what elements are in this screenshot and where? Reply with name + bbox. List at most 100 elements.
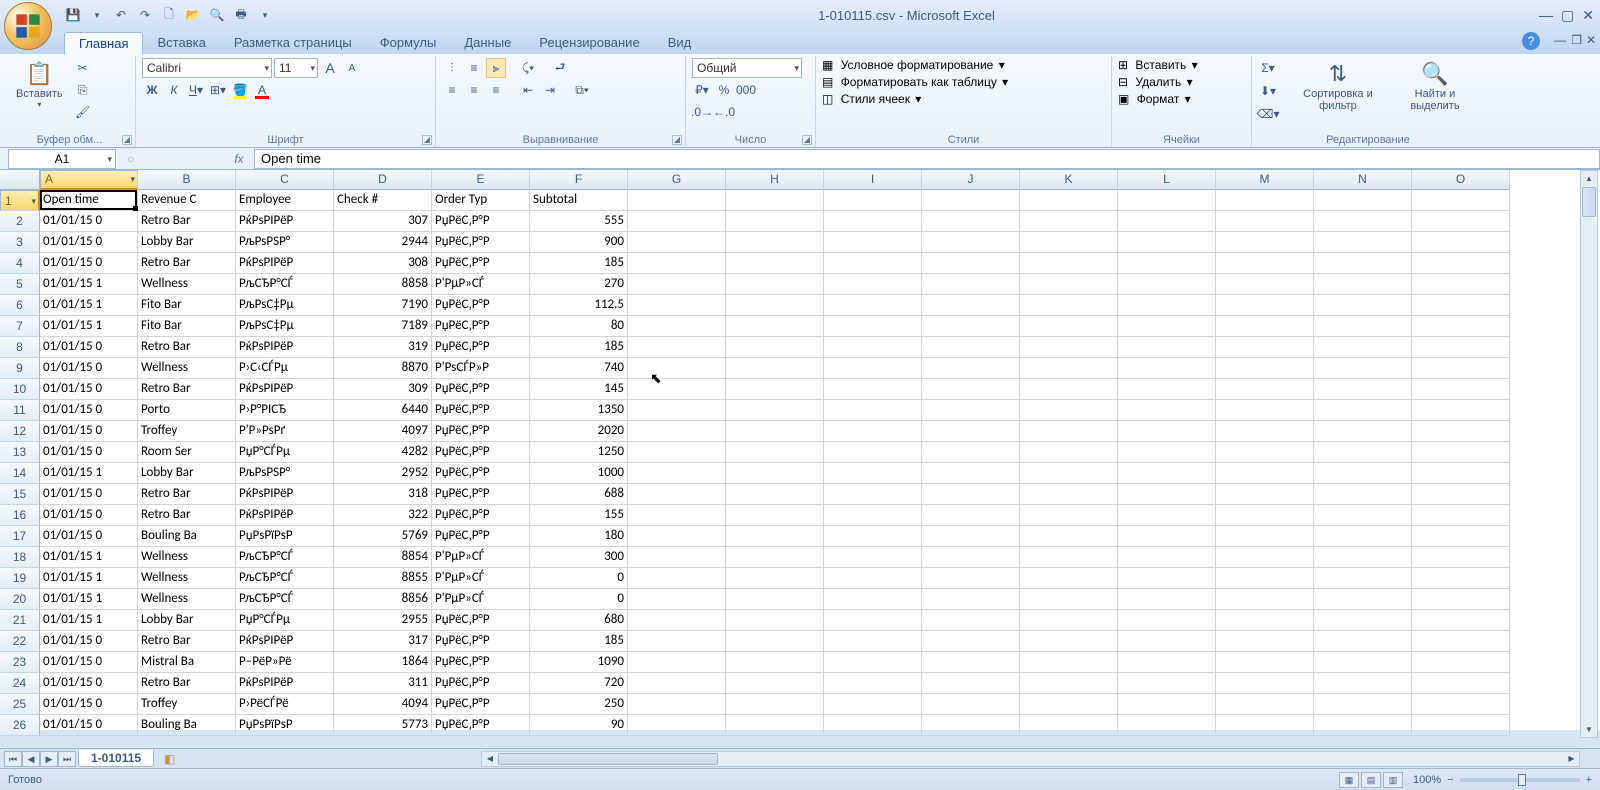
cell[interactable] — [726, 715, 824, 736]
cell[interactable] — [1020, 442, 1118, 463]
cell[interactable] — [726, 400, 824, 421]
cell[interactable] — [726, 463, 824, 484]
cell[interactable]: РљРѕРЅР° — [236, 232, 334, 253]
cell[interactable] — [824, 526, 922, 547]
cell[interactable] — [1412, 295, 1510, 316]
cell[interactable] — [1118, 421, 1216, 442]
cell[interactable] — [726, 379, 824, 400]
cell[interactable] — [922, 400, 1020, 421]
row-header-15[interactable]: 15 — [0, 484, 40, 505]
row-header-6[interactable]: 6 — [0, 295, 40, 316]
cell[interactable]: Wellness — [138, 274, 236, 295]
cell[interactable]: Р–РёР»Рё — [236, 652, 334, 673]
sort-filter-button[interactable]: ⇅ Сортировка и фильтр — [1288, 58, 1388, 114]
cell[interactable] — [1216, 337, 1314, 358]
horizontal-scrollbar[interactable]: ◀ ▶ — [481, 751, 1580, 767]
cell[interactable] — [628, 274, 726, 295]
cell[interactable] — [726, 337, 824, 358]
cell[interactable] — [1314, 463, 1412, 484]
cell[interactable]: РџРёС‚Р°Р — [432, 505, 530, 526]
cell[interactable] — [1216, 568, 1314, 589]
cut-icon[interactable]: ✂ — [73, 58, 93, 78]
cell[interactable]: 01/01/15 1 — [40, 295, 138, 316]
normal-view-icon[interactable]: ▦ — [1339, 772, 1359, 788]
zoom-level[interactable]: 100% — [1413, 774, 1441, 786]
close-icon[interactable]: ✕ — [1582, 7, 1594, 24]
autosum-icon[interactable]: Σ▾ — [1258, 58, 1278, 78]
shrink-font-icon[interactable]: A — [342, 58, 362, 78]
cell[interactable] — [1020, 652, 1118, 673]
cell[interactable]: 01/01/15 0 — [40, 694, 138, 715]
cell[interactable]: РџРёС‚Р°Р — [432, 421, 530, 442]
cell[interactable] — [1020, 547, 1118, 568]
cell[interactable]: 4282 — [334, 442, 432, 463]
cell[interactable] — [1314, 568, 1412, 589]
ribbon-tab-Рецензирование[interactable]: Рецензирование — [525, 32, 653, 54]
clipboard-dialog-launcher[interactable]: ◢ — [122, 135, 132, 145]
cell[interactable] — [922, 232, 1020, 253]
cell[interactable]: 319 — [334, 337, 432, 358]
cell[interactable]: РџРѕРїРѕР — [236, 715, 334, 736]
cell[interactable] — [1020, 295, 1118, 316]
cell[interactable] — [1314, 190, 1412, 211]
cell[interactable]: 5769 — [334, 526, 432, 547]
cell[interactable] — [922, 526, 1020, 547]
cell[interactable] — [1314, 547, 1412, 568]
cell[interactable]: Troffey — [138, 694, 236, 715]
format-as-table-button[interactable]: ▤ Форматировать как таблицу ▾ — [822, 75, 1008, 89]
column-header-M[interactable]: M — [1216, 170, 1314, 190]
next-sheet-icon[interactable]: ▶ — [40, 751, 58, 767]
cell[interactable] — [1314, 316, 1412, 337]
orientation-icon[interactable]: ⤹▾ — [518, 58, 538, 78]
open-icon[interactable]: 📂 — [184, 6, 202, 24]
cell[interactable] — [1216, 190, 1314, 211]
cell[interactable] — [1216, 694, 1314, 715]
cell[interactable]: 8858 — [334, 274, 432, 295]
cell[interactable] — [1412, 505, 1510, 526]
cell[interactable] — [628, 400, 726, 421]
new-sheet-icon[interactable]: ◧ — [158, 751, 181, 767]
cell[interactable] — [1020, 232, 1118, 253]
cell[interactable]: Troffey — [138, 421, 236, 442]
cell[interactable] — [628, 421, 726, 442]
cell[interactable]: Wellness — [138, 547, 236, 568]
cell[interactable] — [1412, 253, 1510, 274]
cell[interactable] — [1020, 631, 1118, 652]
percent-icon[interactable]: % — [714, 80, 734, 100]
cell[interactable] — [1118, 232, 1216, 253]
page-layout-view-icon[interactable]: ▤ — [1361, 772, 1381, 788]
cell[interactable] — [1020, 610, 1118, 631]
cell[interactable] — [628, 379, 726, 400]
cell[interactable]: 309 — [334, 379, 432, 400]
cell[interactable] — [1118, 337, 1216, 358]
cell[interactable] — [1412, 589, 1510, 610]
cell[interactable]: РќРѕРІРёР — [236, 484, 334, 505]
maximize-icon[interactable]: ▢ — [1561, 7, 1574, 24]
cell[interactable]: РќРѕРІРёР — [236, 631, 334, 652]
cell[interactable] — [1020, 400, 1118, 421]
select-all-corner[interactable] — [0, 170, 40, 190]
row-header-14[interactable]: 14 — [0, 463, 40, 484]
align-top-icon[interactable]: ⫶ — [442, 58, 462, 78]
decrease-decimal-icon[interactable]: ←.0 — [714, 102, 734, 122]
column-header-I[interactable]: I — [824, 170, 922, 190]
row-header-12[interactable]: 12 — [0, 421, 40, 442]
workbook-minimize-icon[interactable]: — — [1554, 33, 1566, 47]
cell[interactable] — [1216, 379, 1314, 400]
cell[interactable] — [1314, 253, 1412, 274]
cell[interactable] — [726, 610, 824, 631]
cell[interactable]: 2955 — [334, 610, 432, 631]
cell[interactable]: РџРёС‚Р°Р — [432, 652, 530, 673]
cell[interactable] — [1216, 358, 1314, 379]
cell[interactable]: РќРѕРІРёР — [236, 211, 334, 232]
cell[interactable]: Open time — [40, 190, 138, 211]
cell[interactable]: 01/01/15 0 — [40, 358, 138, 379]
cell[interactable] — [726, 190, 824, 211]
cell[interactable] — [922, 463, 1020, 484]
cell[interactable]: 7190 — [334, 295, 432, 316]
row-header-22[interactable]: 22 — [0, 631, 40, 652]
ribbon-tab-Вид[interactable]: Вид — [654, 32, 706, 54]
clear-icon[interactable]: ⌫▾ — [1258, 104, 1278, 124]
cell[interactable] — [824, 337, 922, 358]
qat-customize-icon[interactable]: ▾ — [256, 6, 274, 24]
